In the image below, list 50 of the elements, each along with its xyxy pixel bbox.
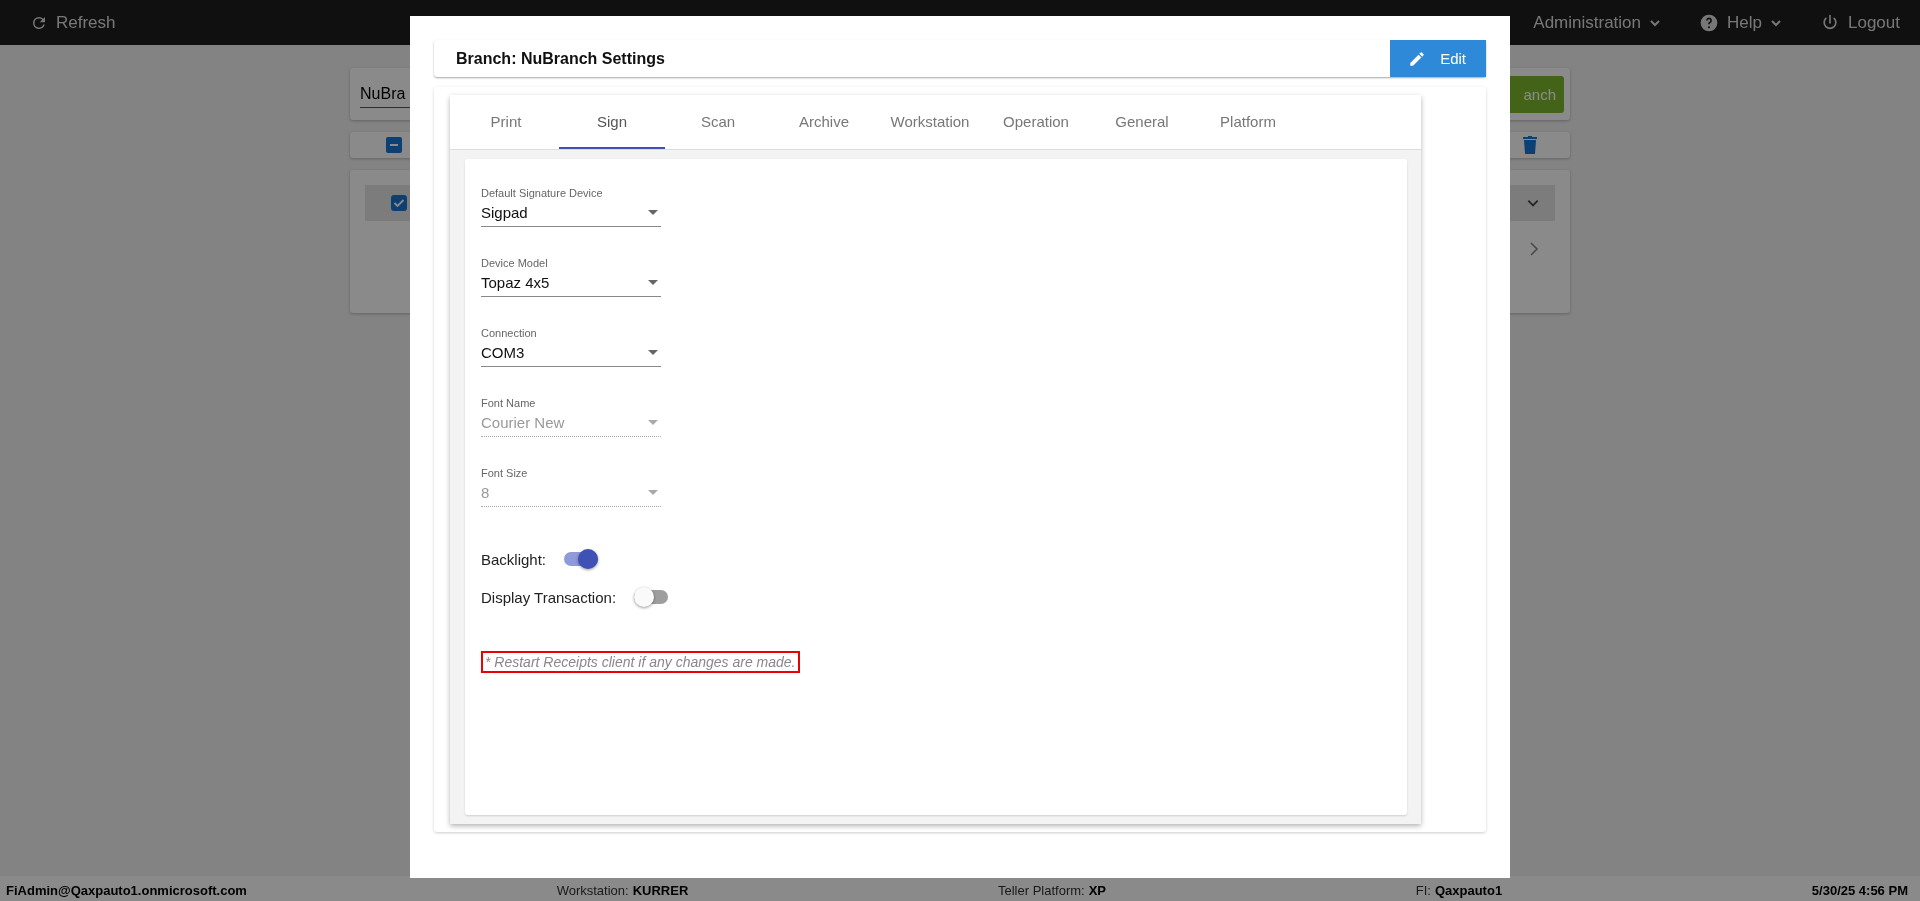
toggle-label: Display Transaction: <box>481 588 617 606</box>
dropdown-arrow-icon <box>648 280 658 285</box>
edit-button[interactable]: Edit <box>1390 40 1486 77</box>
refresh-button[interactable]: Refresh <box>30 12 116 33</box>
dialog-title: Branch: NuBranch Settings <box>455 49 665 68</box>
chevron-right-icon[interactable] <box>1528 242 1540 256</box>
toggle-switch[interactable] <box>564 549 599 569</box>
help-icon <box>1699 12 1720 33</box>
select-field[interactable]: Device Model Topaz 4x5 <box>481 257 661 297</box>
tab[interactable]: Print <box>453 95 559 149</box>
date-time: 5/30/25 4:56 PM <box>1811 882 1908 898</box>
dropdown-arrow-icon <box>648 350 658 355</box>
help-menu[interactable]: Help <box>1699 12 1782 33</box>
field-label: Font Size <box>481 467 529 479</box>
tab[interactable]: Operation <box>983 95 1089 149</box>
dropdown-arrow-icon <box>648 490 658 495</box>
field-value: 8 <box>481 484 490 501</box>
field-label: Device Model <box>481 257 549 269</box>
trash-icon[interactable] <box>1523 136 1537 154</box>
dropdown-arrow-icon <box>648 420 658 425</box>
tab[interactable]: General <box>1089 95 1195 149</box>
platform-label: Teller Platform: <box>998 882 1085 898</box>
tab[interactable]: Workstation <box>877 95 983 149</box>
fi-label: FI: <box>1415 882 1431 898</box>
field-label: Font Name <box>481 397 537 409</box>
tab[interactable]: Archive <box>771 95 877 149</box>
fi-value: Qaxpauto1 <box>1434 882 1503 898</box>
dropdown-arrow-icon <box>648 210 658 215</box>
pencil-icon <box>1408 49 1427 68</box>
field-value: COM3 <box>481 344 525 361</box>
toggle-switch[interactable] <box>634 587 669 607</box>
field-value: Topaz 4x5 <box>481 274 550 291</box>
tab[interactable]: Scan <box>665 95 771 149</box>
select-field[interactable]: Default Signature Device Sigpad <box>481 187 661 227</box>
workstation-value: KURRER <box>632 882 689 898</box>
field-label: Connection <box>481 327 538 339</box>
logout-button[interactable]: Logout <box>1820 12 1900 33</box>
field-value: Courier New <box>481 414 565 431</box>
user-email: FiAdmin@Qaxpauto1.onmicrosoft.com <box>6 882 247 898</box>
restart-note: * Restart Receipts client if any changes are made. <box>481 651 800 673</box>
checkbox[interactable] <box>391 195 407 211</box>
workstation-label: Workstation: <box>556 882 629 898</box>
field-value: Sigpad <box>481 204 528 221</box>
minus-checkbox-icon[interactable] <box>386 137 402 153</box>
menu-button[interactable]: Administration <box>1533 12 1662 33</box>
select-field[interactable]: Connection COM3 <box>481 327 661 367</box>
platform-value: XP <box>1088 882 1107 898</box>
tab[interactable]: Platform <box>1195 95 1301 149</box>
toggle-label: Backlight: <box>481 550 547 568</box>
field-label: Default Signature Device <box>481 187 604 199</box>
